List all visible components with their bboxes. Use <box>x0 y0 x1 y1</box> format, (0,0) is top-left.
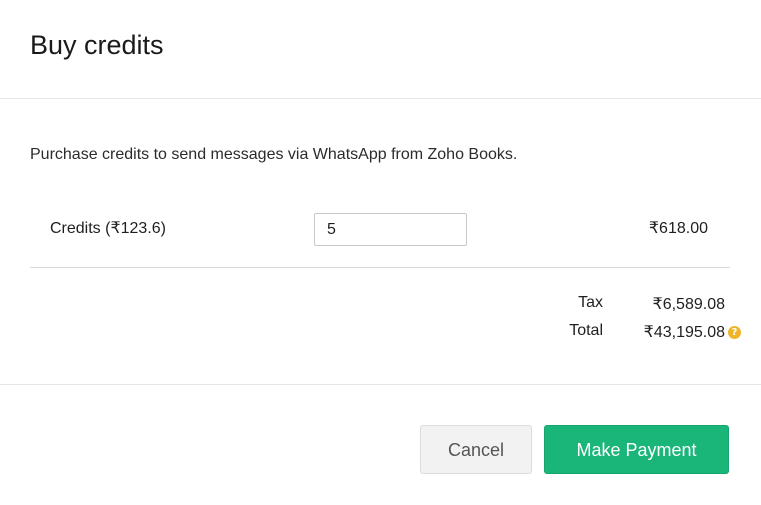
tax-value: ₹6,589.08 <box>652 296 725 313</box>
help-icon[interactable]: ? <box>728 326 741 339</box>
payment-summary: Tax ₹6,589.08 Total ₹43,195.08 ? <box>565 292 741 348</box>
buy-credits-dialog: Buy credits Purchase credits to send mes… <box>0 0 761 505</box>
make-payment-button[interactable]: Make Payment <box>544 425 729 474</box>
dialog-description: Purchase credits to send messages via Wh… <box>30 146 518 163</box>
credits-row: Credits (₹123.6) ₹618.00 <box>30 196 730 268</box>
tax-label: Tax <box>578 294 603 311</box>
cancel-button[interactable]: Cancel <box>420 425 532 474</box>
total-row: Total ₹43,195.08 ? <box>565 320 741 348</box>
credits-label: Credits (₹123.6) <box>50 220 166 237</box>
credits-quantity-input[interactable] <box>314 213 467 246</box>
dialog-header: Buy credits <box>0 0 761 99</box>
dialog-footer: Cancel Make Payment <box>0 384 761 505</box>
dialog-title: Buy credits <box>30 30 164 60</box>
total-label: Total <box>569 322 603 339</box>
credits-amount: ₹618.00 <box>648 220 708 237</box>
total-value: ₹43,195.08 <box>643 324 725 341</box>
tax-row: Tax ₹6,589.08 <box>565 292 725 320</box>
